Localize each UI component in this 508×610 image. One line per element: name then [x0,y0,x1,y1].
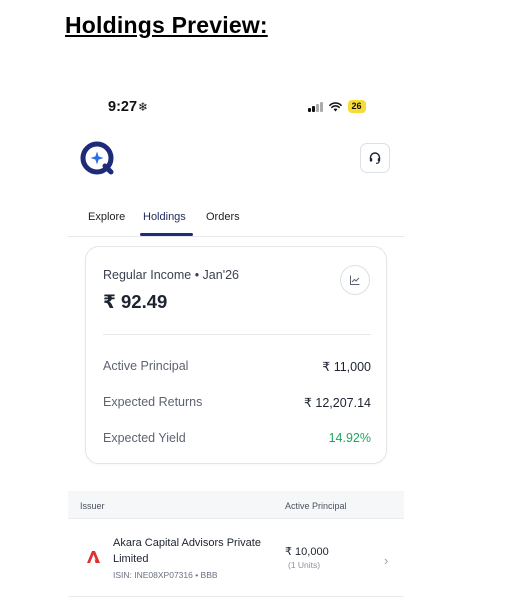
row-label: Expected Yield [103,431,186,445]
wifi-icon [328,101,342,111]
table-header: Issuer Active Principal [68,491,404,519]
status-icons: 26 [308,100,366,113]
chart-button[interactable] [340,265,370,295]
row-value: 14.92% [328,431,371,445]
tab-holdings[interactable]: Holdings [143,211,186,223]
row-value: ₹ 11,000 [322,360,371,374]
header-issuer: Issuer [80,501,105,511]
summary-amount: ₹ 92.49 [103,291,168,312]
tab-bar: Explore Holdings Orders [68,211,404,237]
status-time: 9:27❄ [108,99,148,115]
status-time-text: 9:27 [108,99,138,115]
trend-chart-icon [350,275,360,285]
battery-indicator: 26 [347,100,366,113]
chevron-right-icon[interactable]: › [384,553,388,568]
header-active-principal: Active Principal [285,501,347,511]
akara-logo-icon [87,551,100,563]
row-value: ₹ 12,207.14 [303,396,371,410]
app-logo-icon[interactable] [80,141,114,175]
page-heading: Holdings Preview: [65,12,268,38]
row-label: Active Principal [103,359,189,373]
row-label: Expected Returns [103,395,203,409]
card-divider [103,334,371,335]
units-text: (1 Units) [288,560,321,570]
tab-orders[interactable]: Orders [206,211,240,223]
support-button[interactable] [360,143,390,173]
table-row[interactable]: Akara Capital Advisors Private Limited I… [68,521,404,597]
summary-title: Regular Income • Jan'26 [103,268,240,282]
snowflake-icon: ❄ [138,100,149,114]
headset-icon [369,152,381,164]
tab-explore[interactable]: Explore [88,211,125,223]
isin-text: ISIN: INE08XP07316 • BBB [113,570,218,580]
cellular-signal-icon [308,101,323,112]
income-summary-card: Regular Income • Jan'26 ₹ 92.49 Active P… [85,246,387,464]
active-tab-indicator [140,233,193,236]
principal-value: ₹ 10,000 [285,546,329,558]
issuer-name: Akara Capital Advisors Private Limited [113,537,261,565]
phone-screen: 9:27❄ 26 Explore Holdings Orders Regular… [68,90,404,610]
